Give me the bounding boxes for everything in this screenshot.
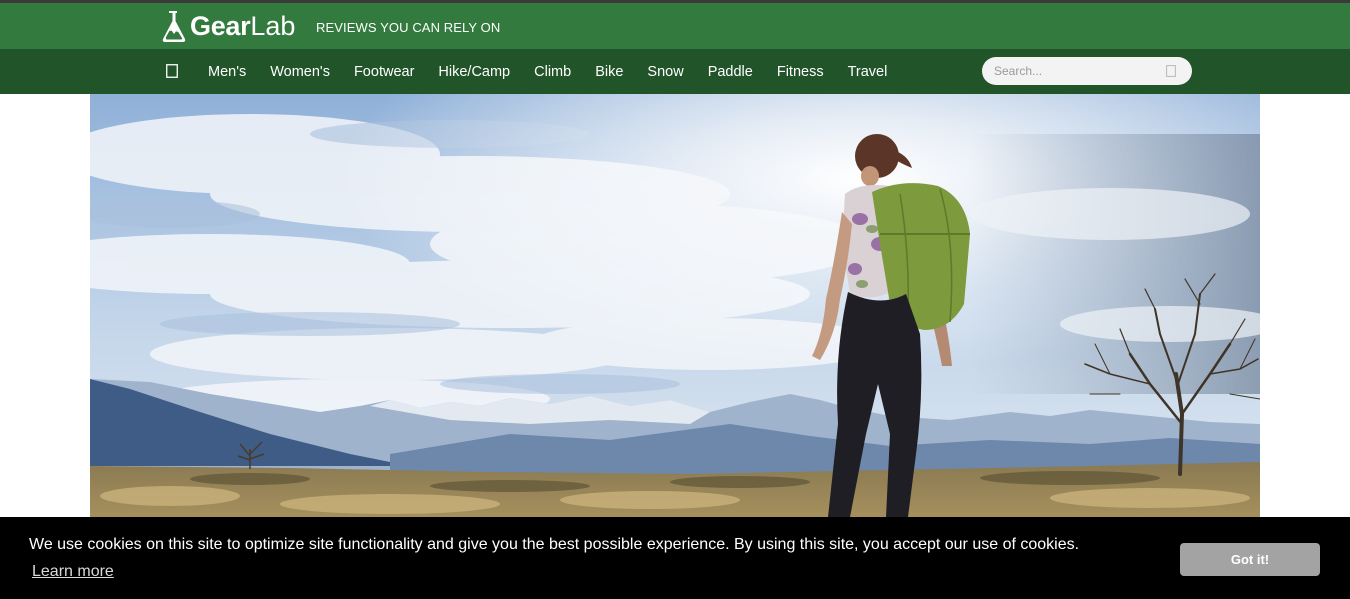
- nav-menu: Men's Women's Footwear Hike/Camp Climb B…: [208, 49, 911, 94]
- gearlab-logo[interactable]: Gear Lab: [160, 9, 295, 43]
- learn-more-link[interactable]: Learn more: [32, 563, 114, 581]
- nav-item-travel[interactable]: Travel: [848, 64, 888, 80]
- nav-item-climb[interactable]: Climb: [534, 64, 571, 80]
- flask-logo-icon: [162, 11, 186, 42]
- search-icon[interactable]: [1166, 65, 1176, 77]
- nav-item-snow[interactable]: Snow: [647, 64, 683, 80]
- brand-bar: Gear Lab REVIEWS YOU CAN RELY ON: [0, 3, 1350, 49]
- nav-item-mens[interactable]: Men's: [208, 64, 246, 80]
- home-icon[interactable]: [166, 64, 178, 78]
- nav-item-paddle[interactable]: Paddle: [708, 64, 753, 80]
- logo-text-lab: Lab: [250, 10, 296, 41]
- logo-text-gear: Gear: [190, 10, 251, 41]
- nav-item-fitness[interactable]: Fitness: [777, 64, 824, 80]
- search-box: [982, 57, 1192, 85]
- cookie-banner: We use cookies on this site to optimize …: [0, 517, 1350, 599]
- accept-cookies-button[interactable]: Got it!: [1180, 543, 1320, 576]
- cookie-message: We use cookies on this site to optimize …: [29, 536, 1080, 553]
- nav-item-bike[interactable]: Bike: [595, 64, 623, 80]
- main-navigation: Men's Women's Footwear Hike/Camp Climb B…: [0, 49, 1350, 94]
- nav-item-footwear[interactable]: Footwear: [354, 64, 414, 80]
- hero-image: [90, 94, 1260, 517]
- nav-item-womens[interactable]: Women's: [270, 64, 330, 80]
- nav-item-hike-camp[interactable]: Hike/Camp: [438, 64, 510, 80]
- tagline: REVIEWS YOU CAN RELY ON: [316, 20, 501, 35]
- search-input[interactable]: [994, 61, 1154, 81]
